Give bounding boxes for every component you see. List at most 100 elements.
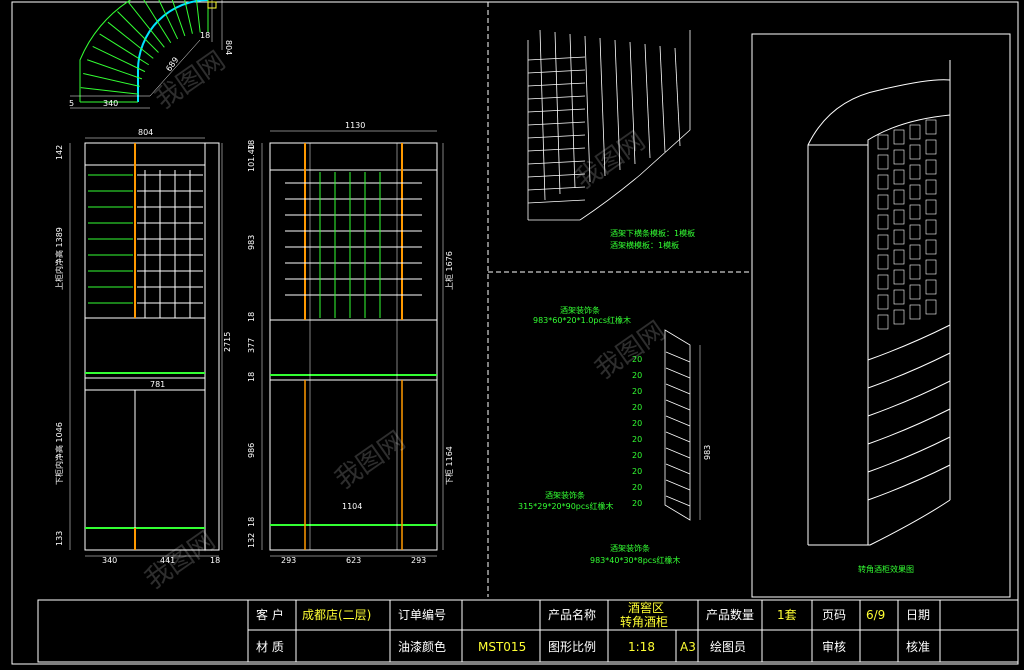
right-dim-inner: 1104 — [342, 502, 362, 511]
right-dim-d: 18 — [247, 312, 256, 322]
persp-slat — [527, 186, 586, 191]
render-cell — [877, 174, 889, 190]
render-cell — [909, 124, 921, 140]
render-cell — [925, 159, 937, 175]
tb-product-name-label: 产品名称 — [548, 608, 597, 622]
detail-top-spec: 983*60*20*1.0pcs红橡木 — [533, 315, 631, 325]
render-cell — [925, 119, 937, 135]
left-dim-base: 133 — [55, 531, 64, 546]
left-width-dim: 804 — [138, 128, 153, 137]
tb-page-value: 6/9 — [866, 608, 886, 622]
tb-scale-value: 1:18 — [628, 640, 655, 654]
render-cell — [877, 274, 889, 290]
render-cell — [877, 254, 889, 270]
tb-product-name-2: 转角酒柜 — [620, 615, 669, 629]
tb-paint-label: 油漆颜色 — [398, 640, 447, 654]
detail-mid-title: 酒架装饰条 — [545, 490, 585, 500]
perspective-note-2: 酒架横模板：1模板 — [610, 240, 679, 250]
persp-post — [539, 29, 546, 201]
detail-rung-label: 20 — [632, 483, 642, 492]
detail-rung-label: 20 — [632, 451, 642, 460]
persp-slat — [527, 121, 586, 126]
right-dim-f: 18 — [247, 372, 256, 382]
render-band — [867, 352, 951, 389]
detail-rung — [665, 479, 691, 491]
render-cell — [877, 234, 889, 250]
detail-rung — [665, 399, 691, 411]
render-cell — [893, 129, 905, 145]
plan-rack-slat — [196, 0, 201, 33]
render-cell — [909, 204, 921, 220]
detail-mid-spec: 315*29*20*90pcs红橡木 — [518, 501, 613, 511]
right-dim-c: 983 — [247, 235, 256, 250]
tb-customer-value: 成都店(二层) — [302, 608, 372, 622]
persp-slat — [527, 95, 586, 100]
detail-rung — [665, 367, 691, 379]
perspective-note-1: 酒架下横条模板：1模板 — [610, 228, 695, 238]
right-dim-h: 18 — [247, 517, 256, 527]
right-bottom-dim-1: 293 — [281, 556, 296, 565]
render-cell — [893, 289, 905, 305]
render-band — [867, 380, 951, 417]
detail-rung-label: 20 — [632, 387, 642, 396]
render-cell — [909, 244, 921, 260]
persp-slat — [527, 147, 586, 152]
tb-product-name-1: 酒窖区 — [628, 601, 665, 615]
render-cell — [925, 259, 937, 275]
plan-dim-width: 340 — [103, 99, 118, 108]
render-cell — [877, 194, 889, 210]
left-bottom-dim-1: 340 — [102, 556, 117, 565]
render-cell — [877, 214, 889, 230]
render-cell — [909, 164, 921, 180]
render-cell — [893, 229, 905, 245]
render-cell — [909, 224, 921, 240]
render-cell — [893, 269, 905, 285]
render-cell — [925, 299, 937, 315]
left-dim-upper: 上柜内净高 1389 — [54, 227, 64, 290]
detail-rung-label: 20 — [632, 371, 642, 380]
tb-page-label: 页码 — [822, 608, 847, 622]
render-cell — [925, 239, 937, 255]
render-cell — [877, 314, 889, 330]
plan-rack-slat — [80, 87, 139, 95]
right-dim-e: 377 — [247, 338, 256, 353]
front-view-right: 1130 18 101.40 983 18 377 18 986 18 132 … — [247, 121, 454, 565]
tb-date-label: 日期 — [906, 608, 931, 622]
detail-top-title: 酒架装饰条 — [560, 305, 600, 315]
tb-order-label: 订单编号 — [398, 608, 447, 622]
detail-rung — [665, 351, 691, 363]
render-band — [867, 464, 951, 501]
detail-rung-label: 20 — [632, 435, 642, 444]
left-dim-inner: 781 — [150, 380, 165, 389]
right-dim-i: 132 — [247, 533, 256, 548]
tb-paper-value: A3 — [680, 640, 696, 654]
detail-rung — [665, 495, 691, 507]
tb-quantity-value: 1套 — [777, 608, 797, 622]
render-view — [807, 60, 951, 546]
render-band — [867, 436, 951, 473]
right-width-dim: 1130 — [345, 121, 365, 130]
render-cell — [893, 189, 905, 205]
persp-post — [644, 43, 651, 159]
detail-rung — [665, 447, 691, 459]
detail-rung-label: 20 — [632, 467, 642, 476]
render-cell — [893, 209, 905, 225]
right-dim-lower: 下柜 1164 — [444, 446, 454, 485]
render-cell — [893, 149, 905, 165]
detail-rung — [665, 383, 691, 395]
detail-height: 983 — [703, 445, 712, 460]
render-cell — [925, 179, 937, 195]
render-cell — [877, 294, 889, 310]
persp-post — [659, 45, 666, 153]
right-dim-g: 986 — [247, 443, 256, 458]
tb-quantity-label: 产品数量 — [706, 608, 755, 622]
tb-drafter-label: 绘图员 — [710, 640, 747, 654]
persp-slat — [527, 108, 586, 113]
left-dim-lower: 下柜内净高 1046 — [54, 422, 64, 485]
tb-material-label: 材 质 — [256, 640, 284, 654]
detail-bot-title: 酒架装饰条 — [610, 543, 650, 553]
tb-approve-label: 核准 — [906, 640, 931, 654]
detail-rack — [664, 329, 701, 521]
detail-rung-label: 20 — [632, 419, 642, 428]
render-cell — [877, 134, 889, 150]
